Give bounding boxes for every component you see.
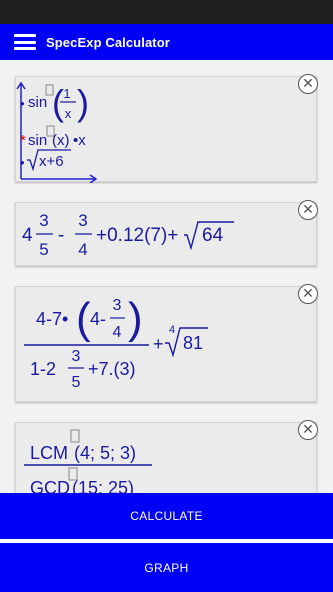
- svg-text:*: *: [20, 132, 26, 149]
- svg-text:5: 5: [72, 374, 81, 391]
- close-icon[interactable]: ✕: [298, 420, 318, 440]
- func2-suffix: •x: [73, 132, 86, 149]
- svg-text:4: 4: [113, 324, 122, 341]
- graph-button[interactable]: GRAPH: [0, 543, 333, 592]
- svg-text:81: 81: [183, 333, 203, 353]
- app-bar: SpecExp Calculator: [0, 24, 333, 60]
- svg-text:+: +: [153, 334, 164, 354]
- svg-text:4-7•: 4-7•: [36, 309, 68, 329]
- lcm-gcd-formula: LCM (4; 5; 3) GCD (15; 25): [24, 429, 152, 493]
- mixed-expression-formula: 4 3 5 - 3 4 +0.12(7)+ 64: [22, 211, 234, 259]
- close-icon[interactable]: ✕: [298, 74, 318, 94]
- svg-text:3: 3: [78, 211, 87, 230]
- func1-name: sin: [28, 94, 47, 111]
- svg-text:GCD: GCD: [30, 478, 70, 493]
- svg-text:4: 4: [78, 240, 87, 259]
- svg-text:(4; 5; 3): (4; 5; 3): [74, 443, 136, 463]
- func1-numerator: 1: [63, 86, 70, 101]
- svg-text:-: -: [58, 225, 64, 246]
- expression-card-lcm-gcd[interactable]: LCM (4; 5; 3) GCD (15; 25): [15, 422, 317, 493]
- svg-text:(15; 25): (15; 25): [72, 478, 134, 493]
- svg-text:LCM: LCM: [30, 443, 68, 463]
- close-icon[interactable]: ✕: [298, 284, 318, 304]
- svg-text:+7.(3): +7.(3): [88, 359, 136, 379]
- svg-text:1-2: 1-2: [30, 359, 56, 379]
- svg-text:3: 3: [72, 348, 81, 365]
- func2-name: sin: [28, 132, 47, 149]
- calculate-button[interactable]: CALCULATE: [0, 493, 333, 539]
- svg-text:4: 4: [22, 225, 33, 246]
- expression-list[interactable]: • * • sin ( 1 x ) sin (x) •x x+6 ✕ 4 3 5…: [0, 60, 333, 493]
- svg-text:•: •: [20, 155, 25, 170]
- nested-fraction-formula: 4-7• ( 4- 3 4 ) 1-2 3 5 +7.(3) + 4 81: [24, 294, 208, 391]
- function-system-formula: • * • sin ( 1 x ) sin (x) •x x+6: [16, 81, 98, 183]
- svg-text:5: 5: [39, 240, 48, 259]
- expression-card-functions[interactable]: • * • sin ( 1 x ) sin (x) •x x+6: [15, 76, 317, 183]
- svg-text:3: 3: [39, 211, 48, 230]
- func1-denominator: x: [65, 106, 72, 121]
- app-title: SpecExp Calculator: [46, 34, 170, 50]
- func2-argument: (x): [52, 132, 70, 149]
- svg-text:+0.12(7)+: +0.12(7)+: [96, 225, 178, 246]
- svg-text:): ): [77, 82, 89, 123]
- expression-card-nested-fraction[interactable]: 4-7• ( 4- 3 4 ) 1-2 3 5 +7.(3) + 4 81: [15, 286, 317, 402]
- svg-text:4: 4: [169, 324, 175, 336]
- svg-text:): ): [128, 294, 143, 343]
- svg-text:•: •: [20, 96, 25, 111]
- hamburger-menu-icon[interactable]: [14, 34, 36, 50]
- svg-text:4-: 4-: [90, 309, 106, 329]
- close-icon[interactable]: ✕: [298, 200, 318, 220]
- svg-text:64: 64: [202, 225, 224, 246]
- expression-card-mixed[interactable]: 4 3 5 - 3 4 +0.12(7)+ 64: [15, 202, 317, 266]
- svg-text:3: 3: [113, 297, 122, 314]
- status-bar: [0, 0, 333, 24]
- func3-radicand: x+6: [39, 153, 64, 170]
- svg-text:(: (: [76, 294, 91, 343]
